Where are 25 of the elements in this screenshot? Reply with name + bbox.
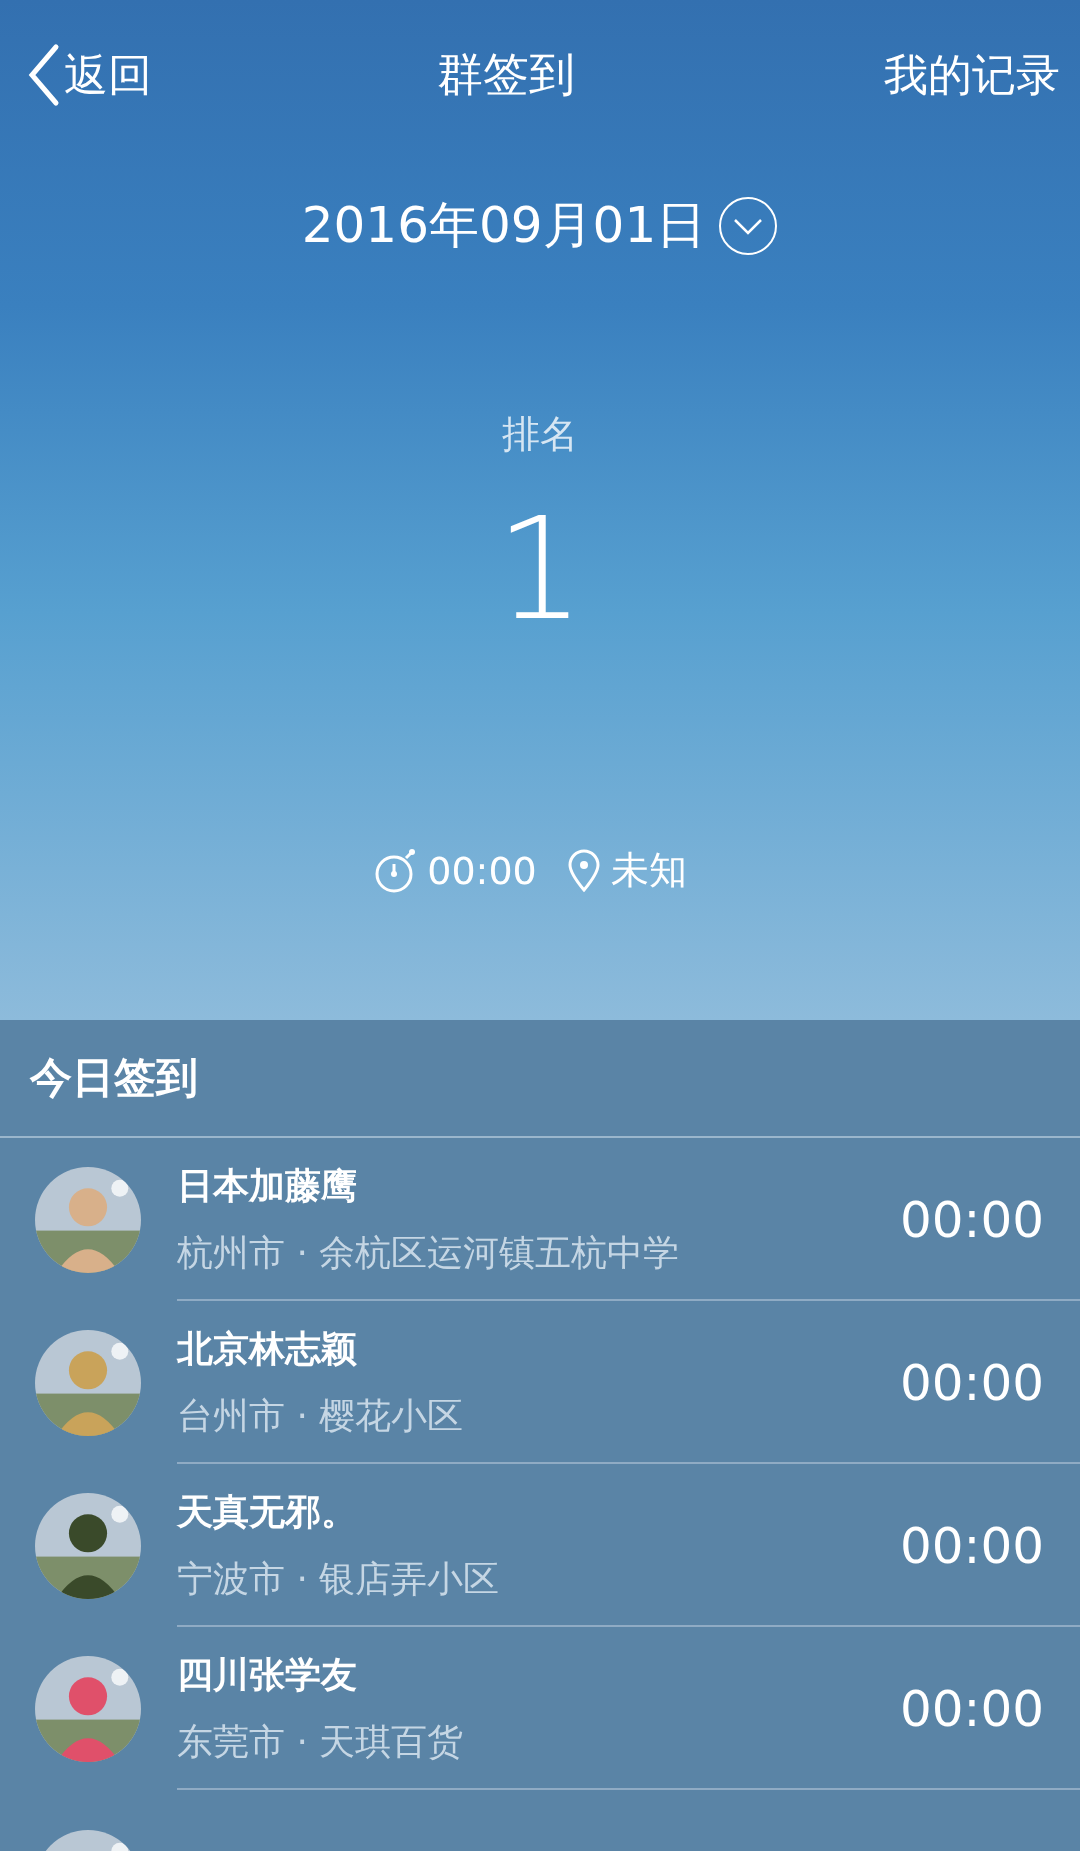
checkin-time: 00:00 <box>899 1679 1044 1738</box>
member-location: 杭州市 · 余杭区运河镇五杭中学 <box>177 1230 681 1275</box>
member-name: 日本加藤鹰 <box>177 1163 358 1208</box>
page-title: 群签到 <box>437 46 575 103</box>
checkin-place: 未知 <box>610 847 687 894</box>
checkin-time: 00:00 <box>427 848 537 893</box>
checkin-time: 00:00 <box>899 1353 1044 1412</box>
member-location: 东莞市 · 天琪百货 <box>177 1719 465 1764</box>
checkin-time: 00:00 <box>899 1190 1044 1249</box>
member-name: 天真无邪。 <box>177 1489 358 1534</box>
member-location: 宁波市 · 银店弄小区 <box>177 1556 501 1601</box>
member-name: 四川张学友 <box>177 1652 358 1697</box>
checkin-time: 00:00 <box>899 1516 1044 1575</box>
section-title: 今日签到 <box>0 1020 1080 1138</box>
dropdown-icon[interactable] <box>718 195 779 256</box>
location-pin-icon <box>566 848 601 893</box>
rank-label: 排名 <box>502 411 578 458</box>
member-name: 北京林志颖 <box>177 1326 358 1371</box>
my-records-link[interactable]: 我的记录 <box>884 45 1060 105</box>
stopwatch-icon <box>373 847 418 894</box>
chevron-left-icon <box>26 43 60 107</box>
date-label: 2016年09月01日 <box>301 195 707 256</box>
member-location: 台州市 · 樱花小区 <box>177 1393 465 1438</box>
back-button[interactable]: 返回 <box>26 43 152 107</box>
rank-value: 1 <box>495 500 585 640</box>
